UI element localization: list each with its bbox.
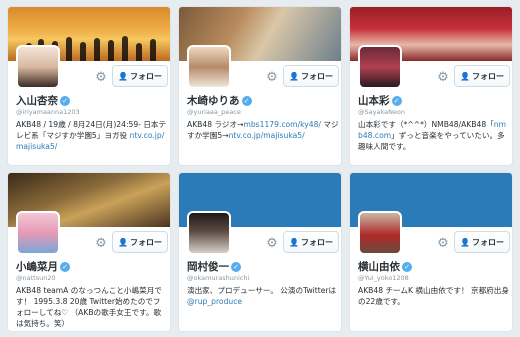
avatar[interactable] [187,211,231,255]
bio-link[interactable]: mbs1179.com/ky48/ [243,120,321,129]
verified-badge-icon: ✓ [391,96,402,106]
verified-badge-icon: ✓ [231,262,241,272]
bio-link[interactable]: ntv.co.jp/majisuka5/ [229,131,305,140]
add-user-icon: 👤 [289,71,299,81]
follow-label: フォロー [471,237,504,247]
screen-name[interactable]: @iriyamaanna1203 [16,108,80,116]
follow-button[interactable]: 👤 フォロー [283,65,339,87]
add-user-icon: 👤 [289,237,299,247]
bio: AKB48 ラジオ→mbs1179.com/ky48/ マジすか学園5→ntv.… [187,120,339,140]
follow-label: フォロー [129,71,162,81]
follow-label: フォロー [300,237,333,247]
screen-name[interactable]: @yuriaaa_peace [187,108,241,116]
avatar[interactable] [16,45,60,89]
display-name[interactable]: 横山由依 ✓ [358,259,412,274]
follow-button[interactable]: 👤 フォロー [454,231,510,253]
bio: AKB48 チームK 横山由依です！ 京都府出身の22歳です。 [358,286,509,306]
gear-icon[interactable]: ⚙ [94,237,108,251]
add-user-icon: 👤 [118,237,128,247]
bio: 山本彩です（*^^*）NMB48/AKB48「nmb48.com」ずっと音楽をや… [358,120,506,151]
add-user-icon: 👤 [460,71,470,81]
follow-label: フォロー [471,71,504,81]
gear-icon[interactable]: ⚙ [436,71,450,85]
gear-icon[interactable]: ⚙ [265,237,279,251]
follow-button[interactable]: 👤 フォロー [112,65,168,87]
bio: AKB48 / 19歳 / 8月24日(月)24:59- 日本テレビ系「マジすか… [16,120,167,151]
add-user-icon: 👤 [460,237,470,247]
profile-card: ⚙ 👤 フォロー 小嶋菜月 ✓ @nattsun20 AKB48 teamA のなっ… [7,172,171,332]
verified-badge-icon: ✓ [60,262,70,272]
verified-badge-icon: ✓ [60,96,70,106]
gear-icon[interactable]: ⚙ [265,71,279,85]
screen-name[interactable]: @Yui_yoko1208 [358,274,409,282]
screen-name[interactable]: @okamurashunichi [187,274,249,282]
add-user-icon: 👤 [118,71,128,81]
display-name[interactable]: 木崎ゆりあ ✓ [187,93,252,108]
gear-icon[interactable]: ⚙ [436,237,450,251]
follow-label: フォロー [300,71,333,81]
bio: AKB48 teamA のなっつんこと小嶋菜月です！ 1995.3.8 20歳 … [16,286,162,328]
profile-card: ⚙ 👤 フォロー 岡村俊一 ✓ @okamurashunichi 演出家、プロデュー… [178,172,342,332]
display-name[interactable]: 小嶋菜月 ✓ [16,259,70,274]
profile-card: ⚙ 👤 フォロー 入山杏奈 ✓ @iriyamaanna1203 AKB48 / 1… [7,6,171,166]
verified-badge-icon: ✓ [241,96,252,106]
screen-name[interactable]: @nattsun20 [16,274,56,282]
bio: 演出家、プロデューサー。 公演のTwitterは@rup_produce [187,286,337,306]
screen-name[interactable]: @SayakaNeon [358,108,405,116]
verified-badge-icon: ✓ [402,262,412,272]
display-name[interactable]: 入山杏奈 ✓ [16,93,70,108]
display-name[interactable]: 山本彩 ✓ [358,93,402,108]
profile-card: ⚙ 👤 フォロー 山本彩 ✓ @SayakaNeon 山本彩です（*^^*）NMB4… [349,6,513,166]
avatar[interactable] [358,45,402,89]
follow-label: フォロー [129,237,162,247]
avatar[interactable] [187,45,231,89]
profile-card: ⚙ 👤 フォロー 横山由依 ✓ @Yui_yoko1208 AKB48 チームK 横… [349,172,513,332]
follow-button[interactable]: 👤 フォロー [283,231,339,253]
display-name[interactable]: 岡村俊一 ✓ [187,259,241,274]
gear-icon[interactable]: ⚙ [94,71,108,85]
avatar[interactable] [358,211,402,255]
follow-button[interactable]: 👤 フォロー [112,231,168,253]
follow-button[interactable]: 👤 フォロー [454,65,510,87]
avatar[interactable] [16,211,60,255]
profile-card: ⚙ 👤 フォロー 木崎ゆりあ ✓ @yuriaaa_peace AKB48 ラジオ→… [178,6,342,166]
bio-link[interactable]: @rup_produce [187,297,242,306]
